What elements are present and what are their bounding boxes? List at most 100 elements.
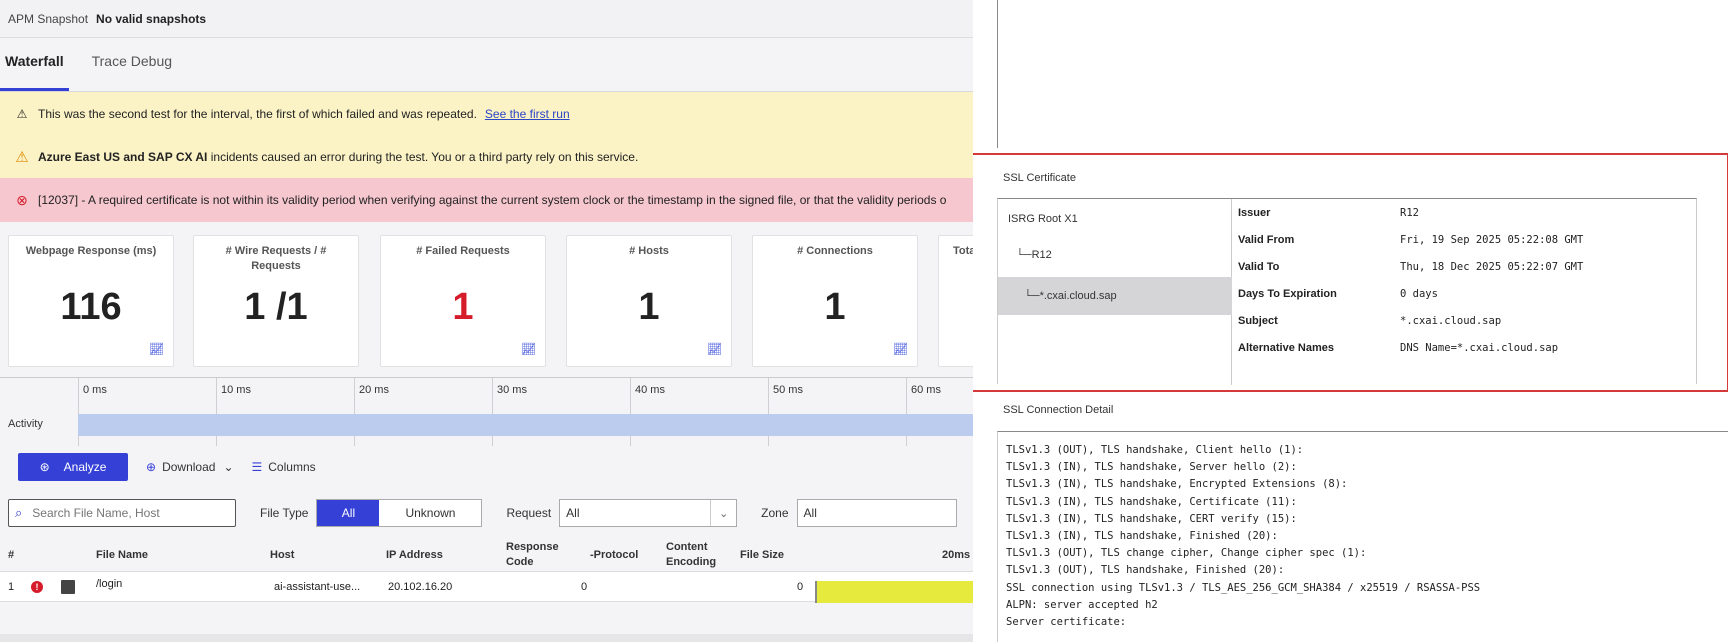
row-file-name[interactable]: /login: [96, 578, 122, 590]
file-type-all[interactable]: All: [317, 500, 380, 526]
ssl-detail-panel: SSL Certificate ISRG Root X1 └─R12 └─*.c…: [973, 0, 1728, 642]
row-host: ai-assistant-use...: [274, 581, 361, 593]
chevron-down-icon: ⌄: [710, 500, 736, 526]
ssl-certificate-panel: ISRG Root X1 └─R12 └─*.cxai.cloud.sap Is…: [997, 198, 1697, 385]
retry-banner-text: This was the second test for the interva…: [38, 107, 477, 121]
warning-icon: ⚠: [16, 107, 28, 121]
ssl-connection-title: SSL Connection Detail: [1003, 404, 1114, 416]
tab-waterfall[interactable]: Waterfall: [0, 53, 69, 91]
retry-banner: ⚠ This was the second test for the inter…: [0, 92, 973, 136]
trend-chart-icon[interactable]: 📈︎: [893, 342, 911, 356]
metric-cards: Webpage Response (ms) 116 📈︎ # Wire Requ…: [0, 233, 973, 369]
chain-item-root[interactable]: ISRG Root X1: [1008, 213, 1078, 225]
waterfall-bar[interactable]: [815, 581, 973, 603]
trend-chart-icon[interactable]: 📈︎: [149, 342, 167, 356]
row-response-code: 0: [581, 581, 588, 593]
see-first-run-link[interactable]: See the first run: [485, 107, 570, 121]
error-banner-text: [12037] - A required certificate is not …: [38, 193, 947, 207]
columns-button[interactable]: ☰ Columns: [252, 460, 316, 474]
tab-bar: Waterfall Trace Debug: [0, 38, 973, 92]
download-label: Download: [162, 460, 216, 474]
footer-strip: [0, 634, 973, 642]
error-banner: ⊗ [12037] - A required certificate is no…: [0, 178, 973, 222]
file-type-label: File Type: [260, 506, 309, 520]
col-host[interactable]: Host: [270, 548, 294, 563]
log-line: ALPN: server accepted h2: [1006, 598, 1158, 611]
col-content-encoding[interactable]: Content Encoding: [666, 540, 736, 570]
request-select[interactable]: All ⌄: [559, 499, 738, 527]
chain-item-intermediate[interactable]: └─R12: [1016, 249, 1052, 261]
table-row[interactable]: 1 ! /login ai-assistant-use... 20.102.16…: [0, 572, 973, 603]
error-circle-icon: ⊗: [16, 191, 28, 208]
file-type-toggle: All Unknown: [316, 499, 483, 527]
col-file-name[interactable]: File Name: [96, 548, 148, 563]
card-value: 1 /1: [244, 286, 308, 328]
download-icon: ⊕: [146, 460, 157, 474]
warning-outline-icon: ⚠: [15, 149, 29, 166]
ssl-connection-log: TLSv1.3 (OUT), TLS handshake, Client hel…: [997, 431, 1728, 642]
zone-label: Zone: [761, 506, 789, 520]
download-button[interactable]: ⊕ Download ⌄: [146, 460, 234, 474]
columns-icon: ☰: [251, 460, 263, 474]
apm-snapshot-bar: APM Snapshot No valid snapshots: [0, 0, 973, 38]
table-header: # File Name Host IP Address Response Cod…: [0, 536, 973, 572]
col-response-code[interactable]: Response Code: [506, 540, 576, 570]
col-ip-address[interactable]: IP Address: [386, 548, 443, 563]
chain-item-leaf[interactable]: └─*.cxai.cloud.sap: [998, 277, 1232, 315]
waterfall-toolbar: ⊛ Analyze ⊕ Download ⌄ ☰ Columns: [0, 448, 973, 486]
request-label: Request: [506, 506, 552, 520]
card-value: 1: [638, 286, 660, 328]
columns-label: Columns: [268, 460, 316, 474]
search-input[interactable]: [32, 506, 213, 520]
incident-services: Azure East US and SAP CX AI: [38, 150, 208, 164]
col-file-size[interactable]: File Size: [740, 548, 784, 563]
analyze-button[interactable]: ⊛ Analyze: [18, 453, 128, 481]
trend-chart-icon[interactable]: 📈︎: [707, 342, 725, 356]
log-line: TLSv1.3 (OUT), TLS handshake, Client hel…: [1006, 444, 1304, 456]
apm-snapshot-value: No valid snapshots: [96, 11, 207, 26]
card-title: # Hosts: [629, 245, 669, 257]
col-protocol[interactable]: -Protocol: [590, 548, 638, 563]
divider: [997, 0, 998, 148]
card-title: # Wire Requests / # Requests: [225, 245, 327, 272]
waterfall-timeline: 0 ms 10 ms 20 ms 30 ms 40 ms 50 ms 60 ms…: [0, 377, 973, 446]
card-value: 1: [452, 286, 474, 328]
log-line: TLSv1.3 (IN), TLS handshake, Certificate…: [1006, 495, 1297, 508]
tab-trace-debug[interactable]: Trace Debug: [87, 53, 177, 91]
timescale-label: 20ms: [942, 549, 971, 561]
trend-chart-icon[interactable]: 📈︎: [521, 342, 539, 356]
waterfall-panel: APM Snapshot No valid snapshots Waterfal…: [0, 0, 973, 642]
card-total[interactable]: Tota: [938, 235, 973, 367]
zone-select[interactable]: All: [796, 499, 957, 527]
card-wire-requests[interactable]: # Wire Requests / # Requests 1 /1: [193, 235, 359, 367]
error-icon: !: [31, 581, 43, 593]
file-type-unknown[interactable]: Unknown: [379, 500, 482, 526]
log-line: SSL connection using TLSv1.3 / TLS_AES_2…: [1006, 581, 1481, 594]
certificate-properties: Issuer R12 Valid From Fri, 19 Sep 2025 0…: [1238, 207, 1584, 354]
col-number[interactable]: #: [8, 548, 14, 563]
request-select-value: All: [566, 506, 580, 520]
log-line: TLSv1.3 (IN), TLS handshake, Encrypted E…: [1006, 478, 1348, 491]
card-hosts[interactable]: # Hosts 1 📈︎: [566, 235, 732, 367]
card-failed-requests[interactable]: # Failed Requests 1 📈︎: [380, 235, 546, 367]
log-line: TLSv1.3 (IN), TLS handshake, Server hell…: [1006, 461, 1297, 474]
card-value: 1: [824, 286, 846, 328]
incident-text: incidents caused an error during the tes…: [207, 150, 639, 164]
apm-snapshot-label: APM Snapshot: [8, 11, 89, 26]
log-line: TLSv1.3 (OUT), TLS handshake, Finished (…: [1006, 564, 1285, 577]
certificate-chain-tree: ISRG Root X1 └─R12 └─*.cxai.cloud.sap: [998, 199, 1232, 385]
search-icon: ⌕: [15, 505, 23, 520]
chevron-down-icon: ⌄: [223, 460, 234, 474]
card-connections[interactable]: # Connections 1 📈︎: [752, 235, 918, 367]
activity-label: Activity: [8, 418, 43, 430]
card-webpage-response[interactable]: Webpage Response (ms) 116 📈︎: [8, 235, 174, 367]
search-box[interactable]: ⌕: [8, 499, 236, 527]
log-line: TLSv1.3 (IN), TLS handshake, CERT verify…: [1006, 512, 1297, 525]
filter-bar: ⌕ File Type All Unknown Request All ⌄ Zo…: [0, 496, 973, 530]
ssl-certificate-title: SSL Certificate: [1003, 172, 1076, 184]
activity-bar[interactable]: [78, 414, 973, 436]
card-title: Webpage Response (ms): [25, 245, 157, 257]
card-title: # Failed Requests: [416, 245, 510, 257]
analyze-icon: ⊛: [39, 460, 50, 474]
card-title: Tota: [953, 245, 973, 257]
